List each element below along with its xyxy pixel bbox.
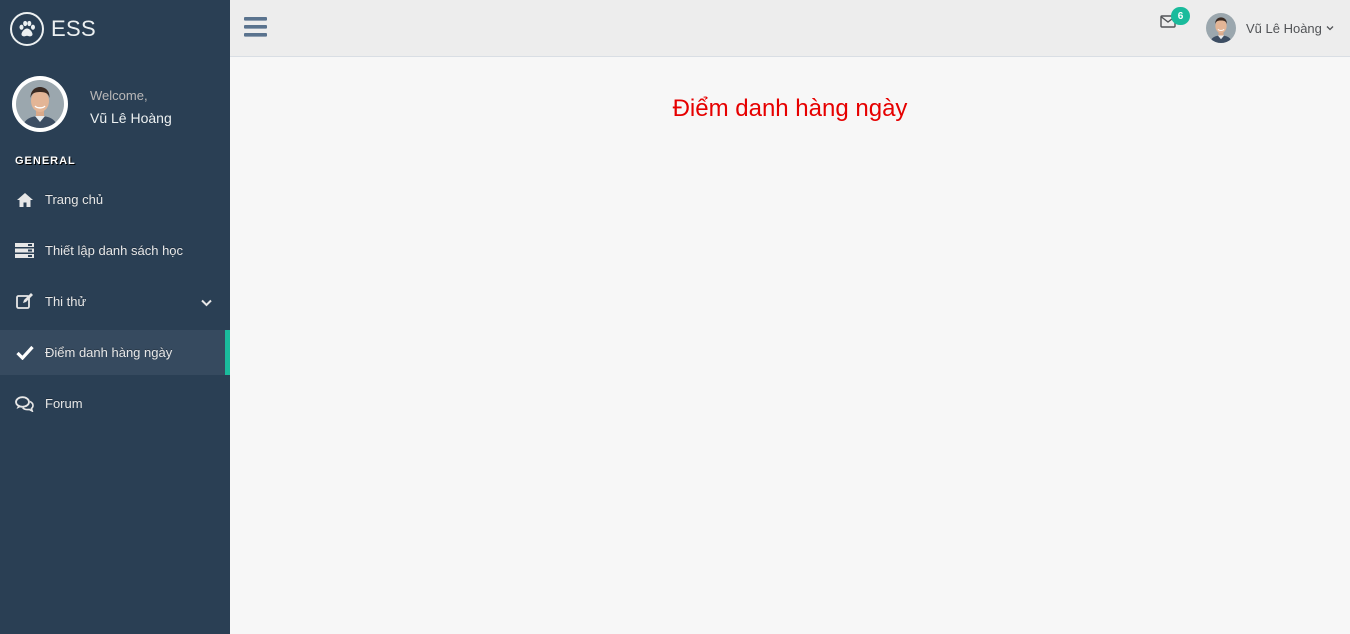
- avatar: [12, 76, 68, 132]
- edit-icon: [15, 293, 34, 311]
- comments-icon: [15, 395, 34, 413]
- user-name: Vũ Lê Hoàng: [1246, 20, 1322, 36]
- app-title: ESS: [51, 15, 96, 41]
- side-menu: Trang chủ Thiết lập danh sách học Thi th…: [0, 177, 230, 432]
- sidebar-item-daily-attendance[interactable]: Điểm danh hàng ngày: [0, 330, 230, 375]
- top-nav: 6 Vũ Lê Hoàng: [230, 0, 1350, 57]
- chevron-down-icon: [1326, 25, 1334, 31]
- welcome-label: Welcome,: [90, 88, 148, 103]
- messages-button[interactable]: 6: [1160, 7, 1190, 34]
- sidebar-item-label: Trang chủ: [45, 192, 104, 207]
- menu-toggle-icon[interactable]: [244, 16, 268, 38]
- home-icon: [15, 191, 34, 209]
- user-profile-dropdown[interactable]: Vũ Lê Hoàng: [1206, 13, 1334, 43]
- profile-name: Vũ Lê Hoàng: [90, 110, 172, 126]
- sidebar-item-study-list[interactable]: Thiết lập danh sách học: [0, 228, 230, 273]
- paw-icon: [10, 11, 44, 46]
- sidebar: ESS Welcome, Vũ Lê Hoàng GENERAL Trang c…: [0, 0, 230, 634]
- list-icon: [15, 242, 34, 260]
- page-title: Điểm danh hàng ngày: [672, 95, 908, 122]
- sidebar-item-home[interactable]: Trang chủ: [0, 177, 230, 222]
- page-title-wrap: Điểm danh hàng ngày: [230, 95, 1350, 123]
- user-avatar: [1206, 13, 1236, 43]
- chevron-down-icon: [201, 295, 212, 310]
- sidebar-item-label: Thiết lập danh sách học: [45, 243, 184, 258]
- menu-section-title: GENERAL: [15, 155, 76, 167]
- sidebar-item-label: Thi thử: [45, 294, 87, 309]
- sidebar-item-label: Forum: [45, 396, 83, 411]
- profile-panel: Welcome, Vũ Lê Hoàng: [0, 57, 230, 147]
- check-icon: [15, 344, 34, 362]
- brand[interactable]: ESS: [0, 0, 230, 57]
- main-content: Điểm danh hàng ngày: [230, 57, 1350, 634]
- sidebar-item-forum[interactable]: Forum: [0, 381, 230, 426]
- sidebar-item-mock-test[interactable]: Thi thử: [0, 279, 230, 324]
- mail-count-badge: 6: [1171, 7, 1190, 25]
- sidebar-item-label: Điểm danh hàng ngày: [45, 345, 173, 360]
